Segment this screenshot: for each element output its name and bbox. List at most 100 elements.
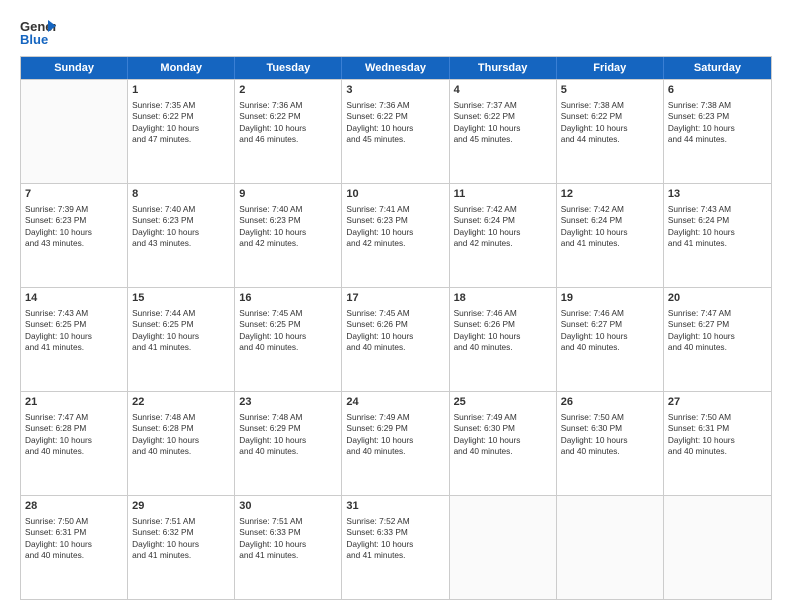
day-number: 26 — [561, 395, 659, 410]
calendar-cell — [450, 496, 557, 599]
day-number: 27 — [668, 395, 767, 410]
cell-info: Sunrise: 7:40 AMSunset: 6:23 PMDaylight:… — [132, 204, 230, 250]
day-number: 14 — [25, 291, 123, 306]
weekday-header: Monday — [128, 57, 235, 79]
calendar-cell: 17Sunrise: 7:45 AMSunset: 6:26 PMDayligh… — [342, 288, 449, 391]
cell-info: Sunrise: 7:51 AMSunset: 6:32 PMDaylight:… — [132, 516, 230, 562]
cell-info: Sunrise: 7:43 AMSunset: 6:24 PMDaylight:… — [668, 204, 767, 250]
cell-info: Sunrise: 7:51 AMSunset: 6:33 PMDaylight:… — [239, 516, 337, 562]
day-number: 11 — [454, 187, 552, 202]
day-number: 23 — [239, 395, 337, 410]
header: General Blue — [20, 18, 772, 46]
calendar-cell: 15 Sunrise: 7:44 AMSunset: 6:25 PMDayligh… — [128, 288, 235, 391]
day-number: 30 — [239, 499, 337, 514]
cell-info: Sunrise: 7:36 AMSunset: 6:22 PMDaylight:… — [346, 100, 444, 146]
calendar-cell: 8 Sunrise: 7:40 AMSunset: 6:23 PMDaylight… — [128, 184, 235, 287]
day-number: 10 — [346, 187, 444, 202]
calendar-cell: 22 Sunrise: 7:48 AMSunset: 6:28 PMDayligh… — [128, 392, 235, 495]
day-number: 21 — [25, 395, 123, 410]
cell-info: Sunrise: 7:39 AMSunset: 6:23 PMDaylight:… — [25, 204, 123, 250]
calendar-cell: 11Sunrise: 7:42 AMSunset: 6:24 PMDayligh… — [450, 184, 557, 287]
day-number: 22 — [132, 395, 230, 410]
cell-info: Sunrise: 7:40 AMSunset: 6:23 PMDaylight:… — [239, 204, 337, 250]
cell-info: Sunrise: 7:45 AMSunset: 6:25 PMDaylight:… — [239, 308, 337, 354]
calendar-cell: 9 Sunrise: 7:40 AMSunset: 6:23 PMDaylight… — [235, 184, 342, 287]
weekday-header: Thursday — [450, 57, 557, 79]
day-number: 29 — [132, 499, 230, 514]
calendar-row: 1 Sunrise: 7:35 AMSunset: 6:22 PMDaylight… — [21, 79, 771, 183]
cell-info: Sunrise: 7:50 AMSunset: 6:31 PMDaylight:… — [25, 516, 123, 562]
cell-info: Sunrise: 7:38 AMSunset: 6:23 PMDaylight:… — [668, 100, 767, 146]
day-number: 19 — [561, 291, 659, 306]
day-number: 17 — [346, 291, 444, 306]
cell-info: Sunrise: 7:47 AMSunset: 6:27 PMDaylight:… — [668, 308, 767, 354]
cell-info: Sunrise: 7:47 AMSunset: 6:28 PMDaylight:… — [25, 412, 123, 458]
calendar-body: 1 Sunrise: 7:35 AMSunset: 6:22 PMDaylight… — [21, 79, 771, 599]
cell-info: Sunrise: 7:46 AMSunset: 6:27 PMDaylight:… — [561, 308, 659, 354]
calendar-cell: 26Sunrise: 7:50 AMSunset: 6:30 PMDayligh… — [557, 392, 664, 495]
cell-info: Sunrise: 7:49 AMSunset: 6:29 PMDaylight:… — [346, 412, 444, 458]
day-number: 2 — [239, 83, 337, 98]
calendar-cell: 5 Sunrise: 7:38 AMSunset: 6:22 PMDaylight… — [557, 80, 664, 183]
cell-info: Sunrise: 7:43 AMSunset: 6:25 PMDaylight:… — [25, 308, 123, 354]
day-number: 20 — [668, 291, 767, 306]
calendar-row: 21 Sunrise: 7:47 AMSunset: 6:28 PMDayligh… — [21, 391, 771, 495]
calendar-cell: 7 Sunrise: 7:39 AMSunset: 6:23 PMDaylight… — [21, 184, 128, 287]
calendar-cell: 12Sunrise: 7:42 AMSunset: 6:24 PMDayligh… — [557, 184, 664, 287]
calendar-row: 14 Sunrise: 7:43 AMSunset: 6:25 PMDayligh… — [21, 287, 771, 391]
day-number: 15 — [132, 291, 230, 306]
day-number: 6 — [668, 83, 767, 98]
calendar-row: 7 Sunrise: 7:39 AMSunset: 6:23 PMDaylight… — [21, 183, 771, 287]
day-number: 7 — [25, 187, 123, 202]
page: General Blue SundayMondayTuesdayWednesda… — [0, 0, 792, 612]
cell-info: Sunrise: 7:38 AMSunset: 6:22 PMDaylight:… — [561, 100, 659, 146]
calendar-cell: 29 Sunrise: 7:51 AMSunset: 6:32 PMDayligh… — [128, 496, 235, 599]
weekday-header: Wednesday — [342, 57, 449, 79]
cell-info: Sunrise: 7:52 AMSunset: 6:33 PMDaylight:… — [346, 516, 444, 562]
svg-text:Blue: Blue — [20, 32, 48, 46]
calendar-cell — [664, 496, 771, 599]
cell-info: Sunrise: 7:41 AMSunset: 6:23 PMDaylight:… — [346, 204, 444, 250]
day-number: 12 — [561, 187, 659, 202]
day-number: 1 — [132, 83, 230, 98]
weekday-header: Sunday — [21, 57, 128, 79]
calendar-cell: 28Sunrise: 7:50 AMSunset: 6:31 PMDayligh… — [21, 496, 128, 599]
day-number: 24 — [346, 395, 444, 410]
day-number: 31 — [346, 499, 444, 514]
calendar-cell: 13 Sunrise: 7:43 AMSunset: 6:24 PMDayligh… — [664, 184, 771, 287]
logo: General Blue — [20, 18, 56, 46]
cell-info: Sunrise: 7:37 AMSunset: 6:22 PMDaylight:… — [454, 100, 552, 146]
cell-info: Sunrise: 7:50 AMSunset: 6:31 PMDaylight:… — [668, 412, 767, 458]
cell-info: Sunrise: 7:35 AMSunset: 6:22 PMDaylight:… — [132, 100, 230, 146]
calendar: SundayMondayTuesdayWednesdayThursdayFrid… — [20, 56, 772, 600]
calendar-cell: 14 Sunrise: 7:43 AMSunset: 6:25 PMDayligh… — [21, 288, 128, 391]
cell-info: Sunrise: 7:36 AMSunset: 6:22 PMDaylight:… — [239, 100, 337, 146]
weekday-header: Friday — [557, 57, 664, 79]
cell-info: Sunrise: 7:48 AMSunset: 6:29 PMDaylight:… — [239, 412, 337, 458]
cell-info: Sunrise: 7:44 AMSunset: 6:25 PMDaylight:… — [132, 308, 230, 354]
calendar-cell: 31 Sunrise: 7:52 AMSunset: 6:33 PMDayligh… — [342, 496, 449, 599]
calendar-cell: 30 Sunrise: 7:51 AMSunset: 6:33 PMDayligh… — [235, 496, 342, 599]
calendar-cell: 23 Sunrise: 7:48 AMSunset: 6:29 PMDayligh… — [235, 392, 342, 495]
day-number: 25 — [454, 395, 552, 410]
calendar-cell: 6 Sunrise: 7:38 AMSunset: 6:23 PMDaylight… — [664, 80, 771, 183]
calendar-cell: 27 Sunrise: 7:50 AMSunset: 6:31 PMDayligh… — [664, 392, 771, 495]
calendar-cell — [557, 496, 664, 599]
calendar-cell: 4 Sunrise: 7:37 AMSunset: 6:22 PMDaylight… — [450, 80, 557, 183]
day-number: 3 — [346, 83, 444, 98]
day-number: 8 — [132, 187, 230, 202]
calendar-cell: 25Sunrise: 7:49 AMSunset: 6:30 PMDayligh… — [450, 392, 557, 495]
calendar-cell: 1 Sunrise: 7:35 AMSunset: 6:22 PMDaylight… — [128, 80, 235, 183]
day-number: 16 — [239, 291, 337, 306]
calendar-cell: 21 Sunrise: 7:47 AMSunset: 6:28 PMDayligh… — [21, 392, 128, 495]
calendar-cell: 3 Sunrise: 7:36 AMSunset: 6:22 PMDaylight… — [342, 80, 449, 183]
calendar-cell: 10 Sunrise: 7:41 AMSunset: 6:23 PMDayligh… — [342, 184, 449, 287]
calendar-cell: 20 Sunrise: 7:47 AMSunset: 6:27 PMDayligh… — [664, 288, 771, 391]
day-number: 13 — [668, 187, 767, 202]
cell-info: Sunrise: 7:48 AMSunset: 6:28 PMDaylight:… — [132, 412, 230, 458]
day-number: 5 — [561, 83, 659, 98]
calendar-cell: 19 Sunrise: 7:46 AMSunset: 6:27 PMDayligh… — [557, 288, 664, 391]
logo-icon: General Blue — [20, 18, 56, 46]
day-number: 4 — [454, 83, 552, 98]
day-number: 9 — [239, 187, 337, 202]
